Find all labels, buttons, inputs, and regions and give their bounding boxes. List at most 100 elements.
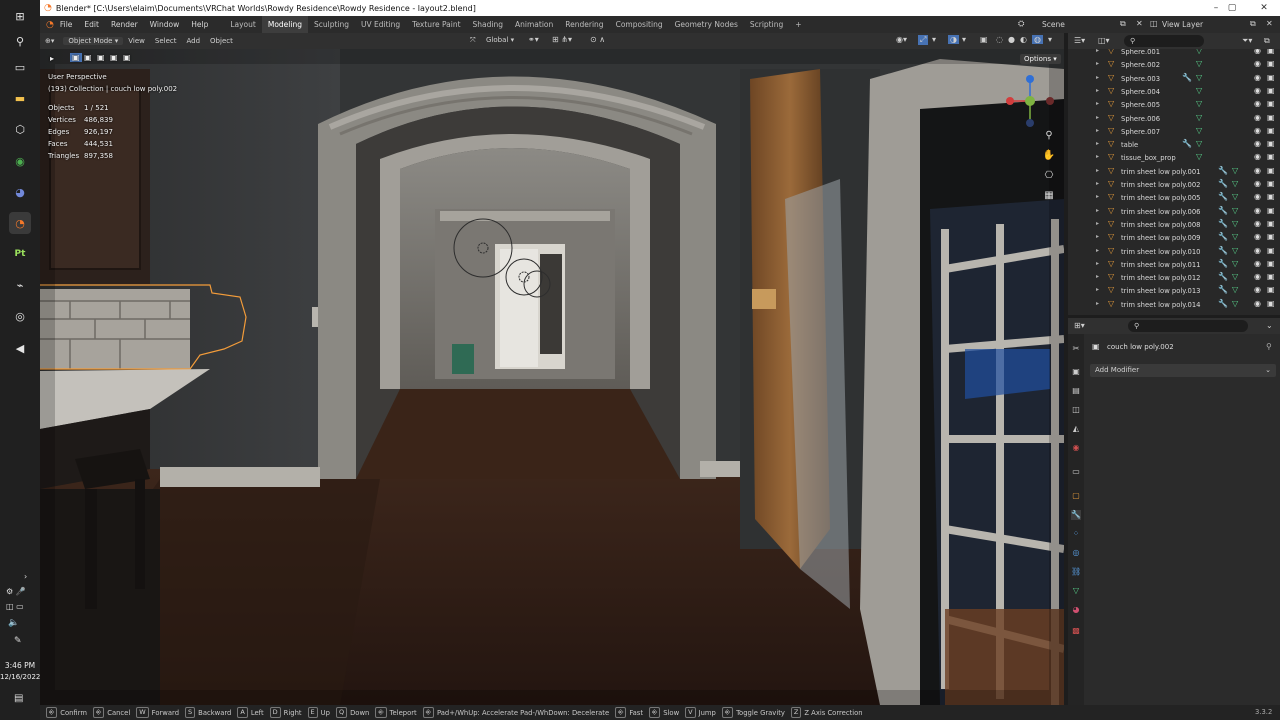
obs-icon[interactable]: ◎	[9, 305, 31, 327]
modifier-icon[interactable]: 🔧	[1218, 272, 1228, 281]
mesh-data-icon[interactable]: ▽	[1232, 246, 1238, 255]
outliner-item-name[interactable]: trim sheet low poly.006	[1121, 208, 1200, 216]
particles-tab-icon[interactable]: ⁘	[1071, 529, 1081, 539]
eye-icon[interactable]: ◉	[1254, 179, 1261, 188]
modifier-icon[interactable]: 🔧	[1218, 219, 1228, 228]
tab-geometry-nodes[interactable]: Geometry Nodes	[669, 16, 744, 33]
render-camera-icon[interactable]: ▣	[1267, 179, 1275, 188]
tab-animation[interactable]: Animation	[509, 16, 559, 33]
clock-time[interactable]: 3:46 PM	[0, 661, 40, 670]
eye-icon[interactable]: ◉	[1254, 272, 1261, 281]
mode-dropdown[interactable]: Object Mode ▾	[63, 37, 124, 45]
tab-sculpting[interactable]: Sculpting	[308, 16, 355, 33]
outliner-row[interactable]: ▸ ▽ trim sheet low poly.001 🔧 ▽ ◉ ▣	[1068, 166, 1280, 179]
filter-icon[interactable]: ⏷▾	[1242, 36, 1252, 46]
overlays-dropdown-icon[interactable]: ▾	[962, 35, 966, 44]
expand-triangle-icon[interactable]: ▸	[1096, 100, 1099, 107]
toolbar-toggle-icon[interactable]: ▸	[50, 54, 54, 63]
scene-close-icon[interactable]: ✕	[1136, 19, 1143, 28]
mesh-data-icon[interactable]: ▽	[1196, 126, 1202, 135]
shading-solid-icon[interactable]: ●	[1008, 35, 1015, 44]
modifier-icon[interactable]: 🔧	[1182, 139, 1192, 148]
proportional-edit-icon[interactable]: ⊙ ∧	[590, 35, 605, 44]
eye-icon[interactable]: ◉	[1254, 219, 1261, 228]
expand-triangle-icon[interactable]: ▸	[1096, 49, 1099, 54]
modifier-icon[interactable]: 🔧	[1218, 299, 1228, 308]
modifier-icon[interactable]: 🔧	[1218, 166, 1228, 175]
outliner-item-name[interactable]: trim sheet low poly.013	[1121, 287, 1200, 295]
gizmo-dropdown-icon[interactable]: ▾	[932, 35, 936, 44]
outliner-item-name[interactable]: Sphere.006	[1121, 115, 1160, 123]
vscode-icon[interactable]: ◀	[9, 337, 31, 359]
discord-icon[interactable]: ◕	[9, 181, 31, 203]
select-box-icon[interactable]: ▣	[70, 53, 82, 62]
menu-help[interactable]: Help	[185, 20, 214, 29]
modifier-icon[interactable]: 🔧	[1218, 232, 1228, 241]
outliner-row[interactable]: ▸ ▽ trim sheet low poly.008 🔧 ▽ ◉ ▣	[1068, 219, 1280, 232]
tab-shading[interactable]: Shading	[467, 16, 509, 33]
render-camera-icon[interactable]: ▣	[1267, 49, 1275, 55]
expand-triangle-icon[interactable]: ▸	[1096, 300, 1099, 307]
mesh-data-icon[interactable]: ▽	[1196, 99, 1202, 108]
texture-tab-icon[interactable]: ▩	[1071, 626, 1081, 636]
tab-texture-paint[interactable]: Texture Paint	[406, 16, 466, 33]
modifier-icon[interactable]: 🔧	[1218, 259, 1228, 268]
menu-view[interactable]: View	[123, 37, 150, 45]
outliner-item-name[interactable]: trim sheet low poly.010	[1121, 248, 1200, 256]
chrome-icon[interactable]: ◉	[9, 150, 31, 172]
eye-icon[interactable]: ◉	[1254, 259, 1261, 268]
view-layer-selector[interactable]: View Layer	[1162, 20, 1203, 29]
render-camera-icon[interactable]: ▣	[1267, 285, 1275, 294]
eye-icon[interactable]: ◉	[1254, 49, 1261, 55]
expand-triangle-icon[interactable]: ▸	[1096, 74, 1099, 81]
add-workspace-button[interactable]: +	[789, 16, 807, 33]
outliner-item-name[interactable]: Sphere.005	[1121, 101, 1160, 109]
substance-painter-icon[interactable]: Pt	[9, 243, 31, 265]
view-layer-icon[interactable]: ◫	[1150, 19, 1158, 28]
tab-scripting[interactable]: Scripting	[744, 16, 789, 33]
tab-uv-editing[interactable]: UV Editing	[355, 16, 406, 33]
3d-viewport[interactable]: ▸ ▣ ▣ ▣ ▣ ▣ User Perspective (193) Colle…	[40, 49, 1064, 705]
options-button[interactable]: Options ▾	[1020, 54, 1061, 64]
outliner-item-name[interactable]: Sphere.001	[1121, 49, 1160, 56]
menu-window[interactable]: Window	[144, 20, 186, 29]
scene-selector[interactable]: Scene	[1042, 20, 1065, 29]
navigation-gizmo[interactable]	[1002, 73, 1058, 129]
mesh-data-icon[interactable]: ▽	[1196, 152, 1202, 161]
menu-render[interactable]: Render	[105, 20, 144, 29]
mesh-data-icon[interactable]: ▽	[1232, 259, 1238, 268]
outliner-item-name[interactable]: Sphere.002	[1121, 61, 1160, 69]
task-view-icon[interactable]: ▭	[9, 56, 31, 78]
render-camera-icon[interactable]: ▣	[1267, 166, 1275, 175]
mesh-data-icon[interactable]: ▽	[1232, 232, 1238, 241]
outliner-item-name[interactable]: trim sheet low poly.002	[1121, 181, 1200, 189]
mesh-data-icon[interactable]: ▽	[1232, 219, 1238, 228]
modifier-icon[interactable]: 🔧	[1218, 192, 1228, 201]
outliner-item-name[interactable]: trim sheet low poly.009	[1121, 234, 1200, 242]
outliner-row[interactable]: ▸ ▽ table 🔧 ▽ ◉ ▣	[1068, 139, 1280, 152]
expand-triangle-icon[interactable]: ▸	[1096, 220, 1099, 227]
expand-triangle-icon[interactable]: ▸	[1096, 273, 1099, 280]
tab-compositing[interactable]: Compositing	[610, 16, 669, 33]
outliner-search-input[interactable]: ⚲	[1124, 35, 1204, 47]
tab-modeling[interactable]: Modeling	[261, 16, 308, 33]
render-camera-icon[interactable]: ▣	[1267, 126, 1275, 135]
outliner-row[interactable]: ▸ ▽ trim sheet low poly.012 🔧 ▽ ◉ ▣	[1068, 272, 1280, 285]
outliner-row[interactable]: ▸ ▽ Sphere.005 ▽ ◉ ▣	[1068, 99, 1280, 112]
notification-icon[interactable]: ▤	[14, 693, 23, 704]
eye-icon[interactable]: ◉	[1254, 285, 1261, 294]
outliner-item-name[interactable]: trim sheet low poly.001	[1121, 168, 1200, 176]
properties-editor-icon[interactable]: ⊞▾	[1074, 321, 1085, 330]
material-tab-icon[interactable]: ◕	[1071, 605, 1081, 615]
outliner-row[interactable]: ▸ ▽ tissue_box_prop ▽ ◉ ▣	[1068, 152, 1280, 165]
output-tab-icon[interactable]: ▤	[1071, 386, 1081, 396]
outliner-item-name[interactable]: trim sheet low poly.008	[1121, 221, 1200, 229]
world-tab-icon[interactable]: ◉	[1071, 443, 1081, 453]
mesh-data-icon[interactable]: ▽	[1232, 206, 1238, 215]
menu-select[interactable]: Select	[150, 37, 182, 45]
mesh-data-icon[interactable]: ▽	[1232, 192, 1238, 201]
mesh-data-icon[interactable]: ▽	[1196, 59, 1202, 68]
expand-triangle-icon[interactable]: ▸	[1096, 260, 1099, 267]
outliner-panel[interactable]: ▸ ▽ Sphere.001 ▽ ◉ ▣ ▸ ▽ Sphere.002 ▽ ◉ ▣ ▸ ▽ Sphere.0…	[1068, 49, 1280, 315]
outliner-row[interactable]: ▸ ▽ Sphere.006 ▽ ◉ ▣	[1068, 113, 1280, 126]
